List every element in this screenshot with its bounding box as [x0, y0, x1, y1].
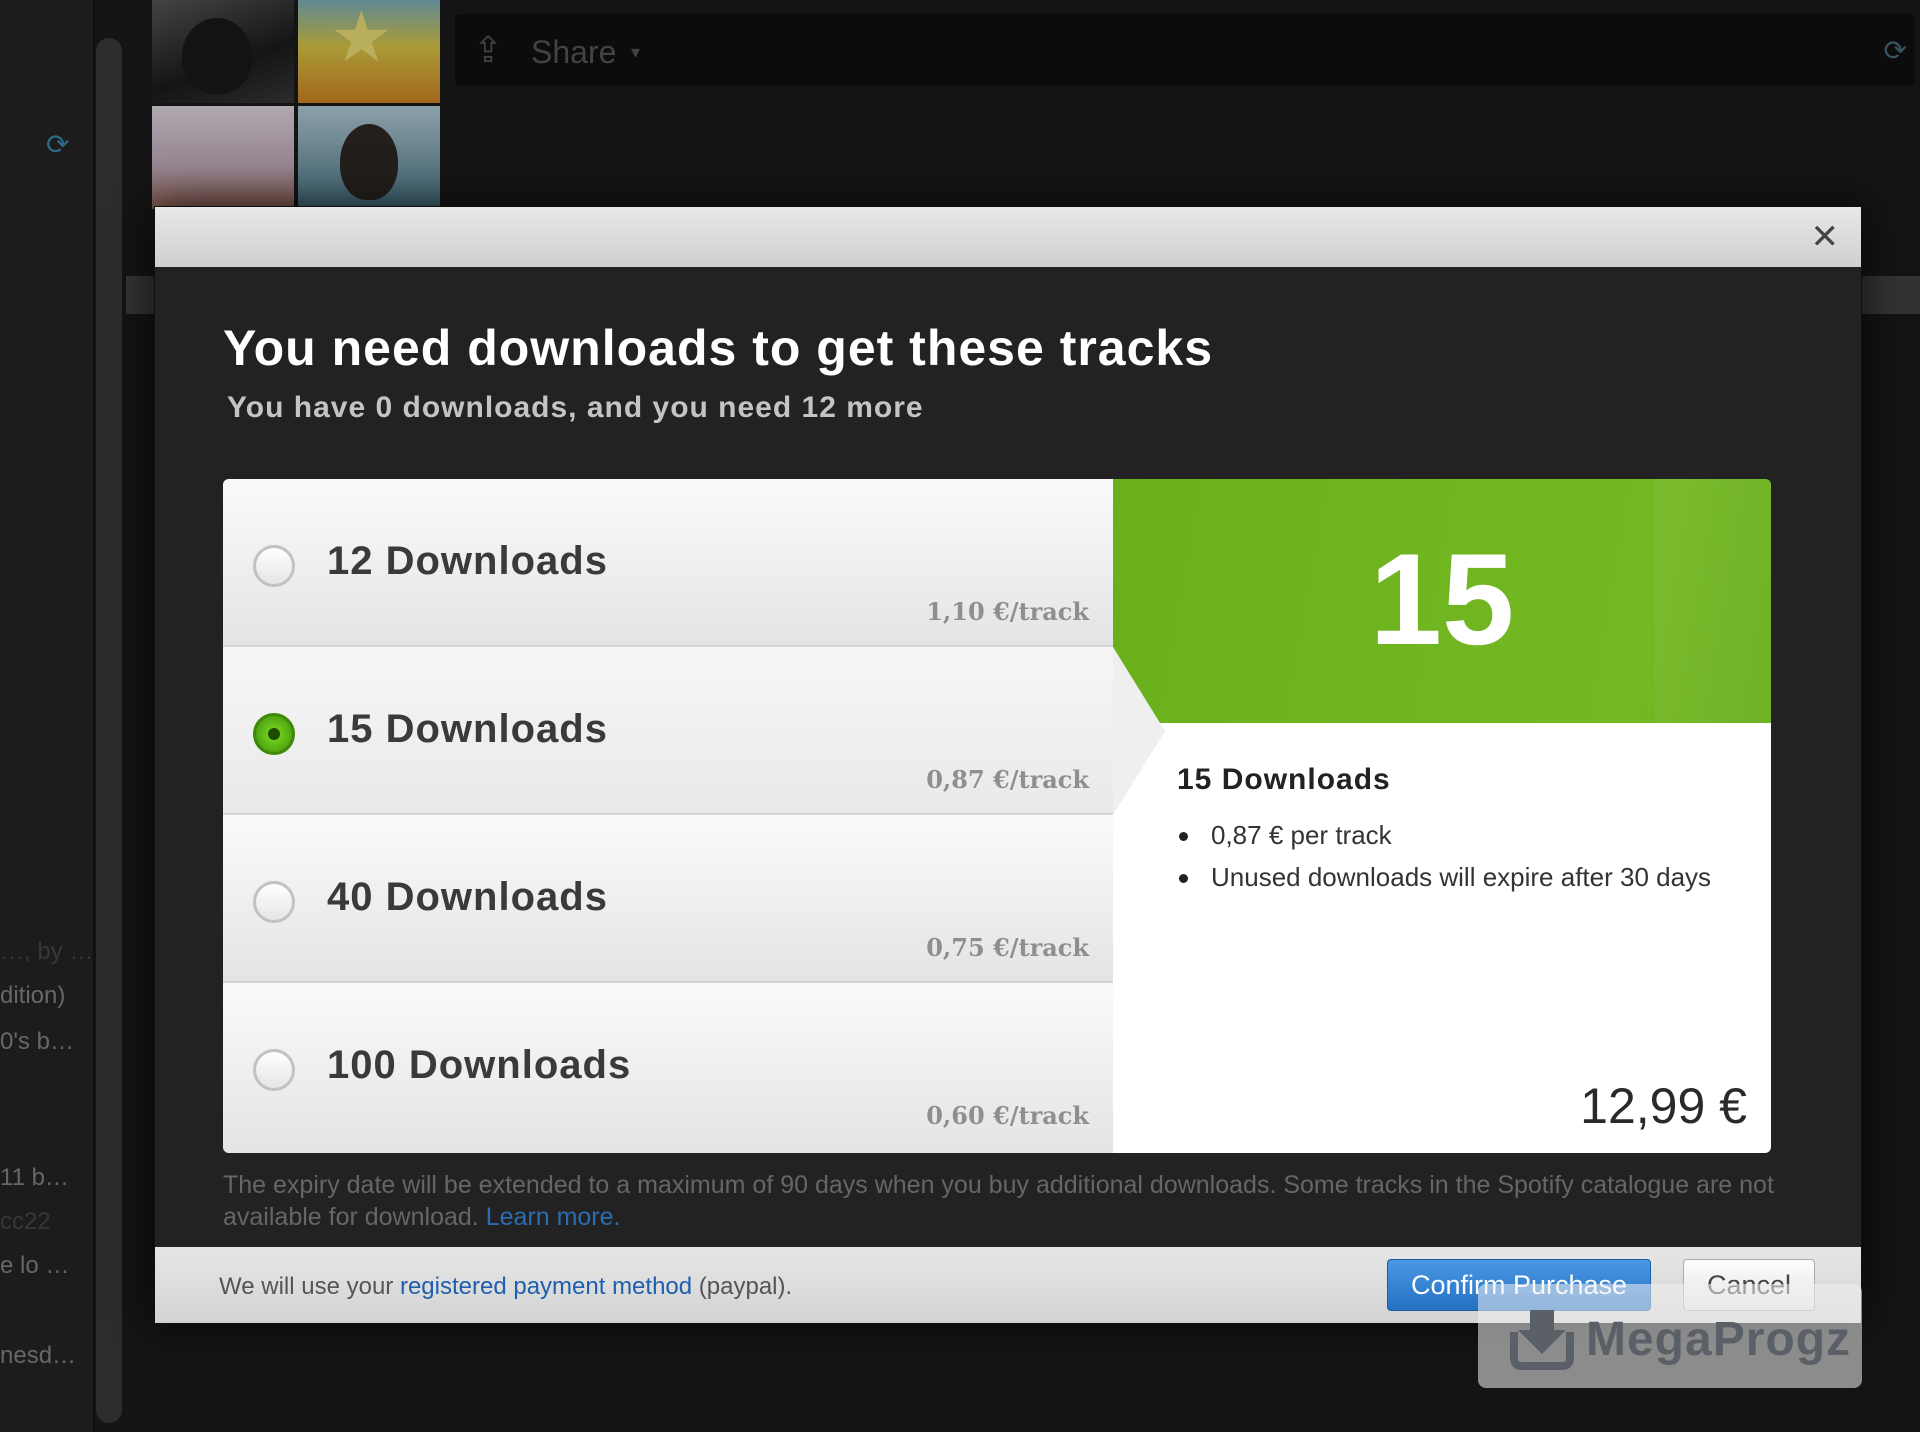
download-option-100[interactable]: 100 Downloads 0,60 €/track: [223, 983, 1113, 1153]
dialog-subtitle: You have 0 downloads, and you need 12 mo…: [227, 391, 924, 424]
selected-package-detail: 15 15 Downloads 0,87 € per track Unused …: [1113, 479, 1771, 1153]
watermark-text: MegaProgz: [1586, 1313, 1852, 1366]
download-option-15[interactable]: 15 Downloads 0,87 €/track: [223, 647, 1113, 815]
payment-method-note: We will use your registered payment meth…: [219, 1273, 792, 1301]
option-label: 15 Downloads: [327, 707, 608, 751]
option-price: 0,75 €/track: [926, 933, 1089, 962]
option-label: 100 Downloads: [327, 1043, 632, 1087]
dialog-title: You need downloads to get these tracks: [223, 320, 1214, 376]
package-feature: Unused downloads will expire after 30 da…: [1179, 861, 1717, 893]
payment-suffix: (paypal).: [698, 1273, 793, 1300]
package-count-banner: 15: [1113, 479, 1771, 723]
package-price: 12,99 €: [1580, 1078, 1747, 1134]
download-option-12[interactable]: 12 Downloads 1,10 €/track: [223, 479, 1113, 647]
download-options-list: 12 Downloads 1,10 €/track 15 Downloads 0…: [223, 479, 1113, 1153]
close-icon[interactable]: ✕: [1811, 217, 1840, 257]
download-logo-icon: [1510, 1310, 1574, 1370]
payment-prefix: We will use your: [219, 1273, 394, 1300]
selection-pointer: [1113, 647, 1165, 815]
package-title: 15 Downloads: [1177, 763, 1391, 796]
footnote-text: The expiry date will be extended to a ma…: [223, 1171, 1774, 1231]
radio-button-selected[interactable]: [253, 713, 295, 755]
expiry-footnote: The expiry date will be extended to a ma…: [223, 1169, 1783, 1233]
radio-button[interactable]: [253, 545, 295, 587]
option-label: 40 Downloads: [327, 875, 608, 919]
download-option-40[interactable]: 40 Downloads 0,75 €/track: [223, 815, 1113, 983]
option-label: 12 Downloads: [327, 539, 608, 583]
package-count: 15: [1369, 526, 1515, 672]
learn-more-link[interactable]: Learn more.: [486, 1203, 621, 1231]
watermark: MegaProgz: [1478, 1284, 1862, 1388]
radio-button[interactable]: [253, 1049, 295, 1091]
option-price: 0,87 €/track: [926, 765, 1089, 794]
option-price: 0,60 €/track: [926, 1101, 1089, 1130]
purchase-downloads-dialog: ✕ You need downloads to get these tracks…: [154, 206, 1862, 1323]
registered-payment-method-link[interactable]: registered payment method: [400, 1273, 692, 1300]
radio-button[interactable]: [253, 881, 295, 923]
package-feature: 0,87 € per track: [1179, 819, 1717, 851]
option-price: 1,10 €/track: [926, 597, 1089, 626]
dialog-header: ✕: [155, 207, 1861, 267]
package-features: 0,87 € per track Unused downloads will e…: [1177, 819, 1717, 903]
